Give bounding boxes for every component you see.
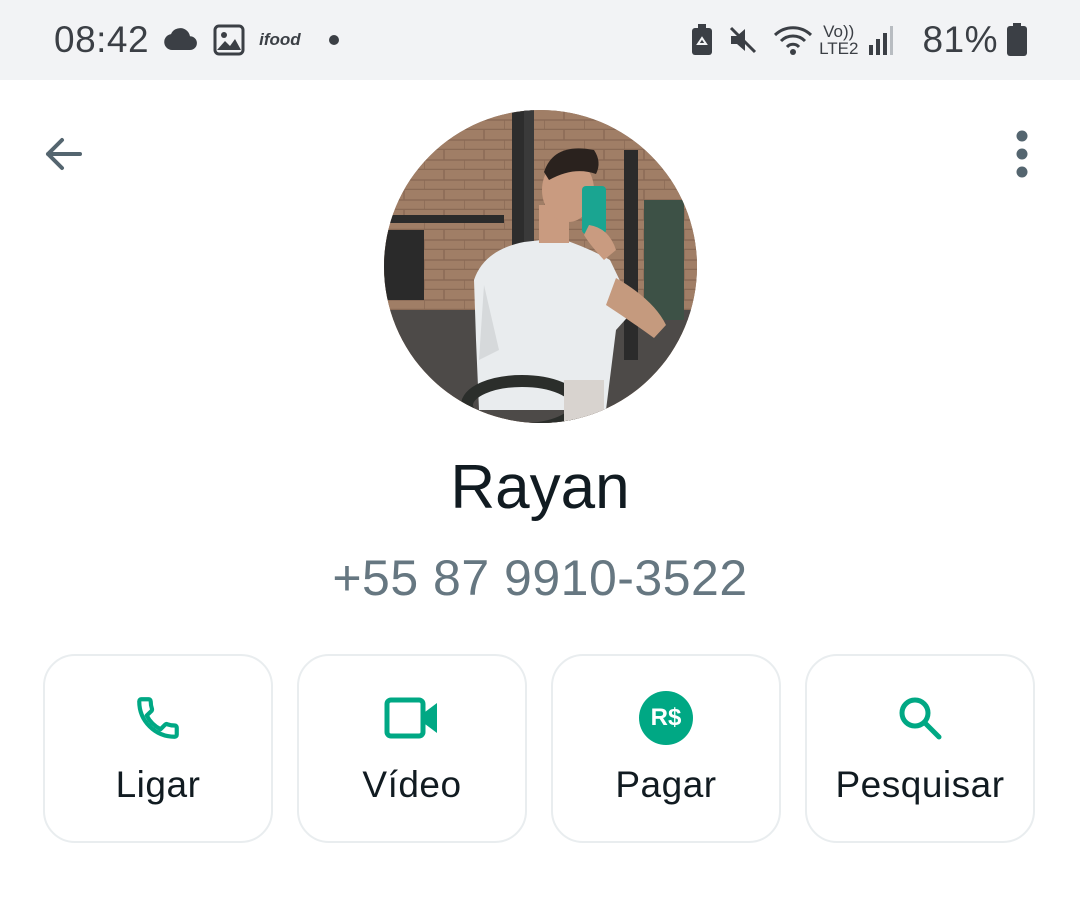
more-vertical-icon — [1016, 130, 1028, 178]
status-bar-right: Vo)) LTE2 81% — [691, 19, 1028, 61]
volte-indicator: Vo)) LTE2 — [819, 23, 858, 57]
dot-icon — [328, 35, 339, 45]
video-icon — [384, 697, 437, 739]
contact-name: Rayan — [450, 453, 630, 522]
contact-avatar[interactable] — [384, 110, 697, 423]
status-time: 08:42 — [54, 19, 150, 60]
phone-icon — [137, 697, 179, 739]
action-buttons: Ligar Vídeo R$ Pagar Pesquisar — [43, 654, 1035, 843]
pay-button-label: Pagar — [615, 764, 717, 805]
ifood-icon: ifood — [259, 30, 301, 49]
search-button-label: Pesquisar — [835, 764, 1005, 805]
video-button-label: Vídeo — [362, 764, 462, 805]
pay-button[interactable]: R$ Pagar — [551, 654, 781, 843]
search-button[interactable]: Pesquisar — [805, 654, 1035, 843]
cloud-icon — [163, 28, 199, 52]
payment-icon-text: R$ — [650, 704, 682, 731]
contact-phone: +55 87 9910-3522 — [332, 550, 748, 606]
call-button-label: Ligar — [115, 764, 201, 805]
video-button[interactable]: Vídeo — [297, 654, 527, 843]
battery-saver-icon — [691, 24, 713, 56]
battery-percent: 81% — [922, 19, 998, 60]
payment-icon: R$ — [639, 691, 693, 745]
status-bar-left: 08:42 ifood — [54, 19, 339, 61]
search-icon — [899, 697, 942, 740]
status-bar: 08:42 ifood Vo)) LTE2 81% — [0, 0, 1080, 80]
signal-icon — [868, 25, 894, 55]
avatar-photo — [384, 110, 697, 423]
back-button[interactable] — [38, 128, 90, 180]
more-options-button[interactable] — [996, 128, 1048, 180]
call-button[interactable]: Ligar — [43, 654, 273, 843]
gallery-icon — [213, 24, 245, 56]
volte-bottom: LTE2 — [819, 39, 859, 58]
wifi-icon — [773, 24, 813, 56]
volte-top: Vo)) — [823, 22, 855, 41]
arrow-left-icon — [46, 138, 82, 170]
mute-icon — [727, 24, 759, 56]
battery-icon — [1006, 23, 1028, 57]
